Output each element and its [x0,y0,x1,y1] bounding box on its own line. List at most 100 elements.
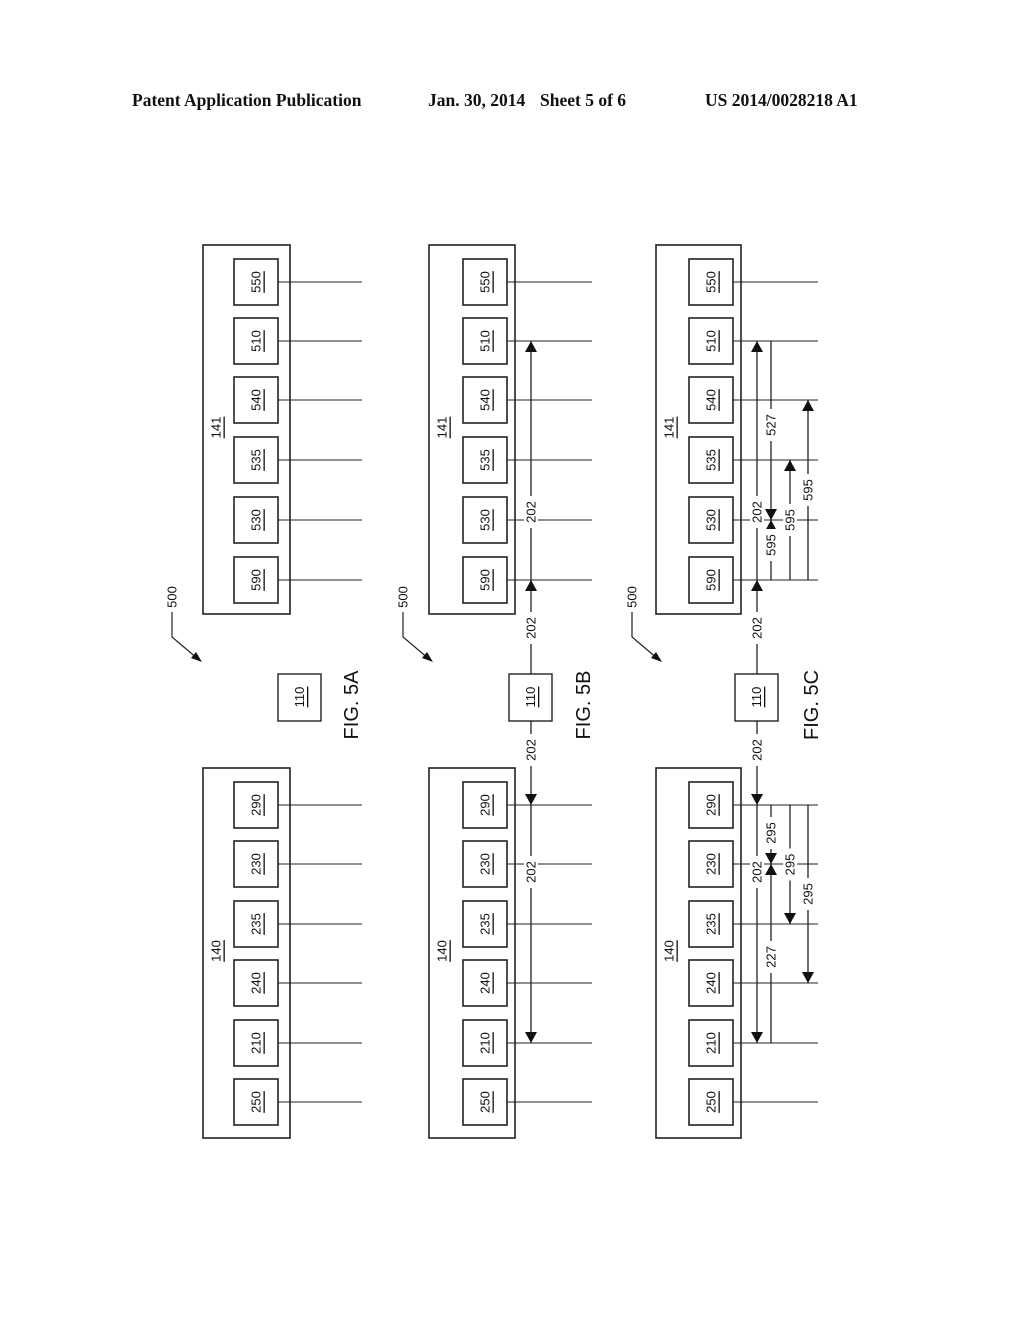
reference-500: 500 [165,586,202,662]
figure-panel-fig5b: 141 550 510 540 535 530 590 140 290 230 235 240 210 2… [396,244,595,1139]
arrowhead-icon [751,1032,763,1043]
controller-110: 110 [277,673,322,722]
component-535: 535 [233,436,362,484]
controller-label: 110 [749,687,764,708]
module-140: 140 290 230 235 240 210 250 [202,767,362,1139]
dimension-label: 202 [750,501,765,523]
dimension-label: 202 [524,861,539,883]
bus-label: 202 [524,617,539,639]
arrowhead-icon [525,341,537,352]
dimension-295: 295 [764,805,779,864]
component-535: 535 [688,436,818,484]
component-label: 290 [478,794,493,816]
dimension-label: 595 [801,479,816,501]
component-label: 510 [704,330,719,352]
component-530: 530 [233,496,362,544]
component-label: 530 [704,509,719,531]
arrowhead-icon [765,509,777,520]
component-label: 535 [249,449,264,471]
component-210: 210 [462,1019,592,1067]
component-label: 590 [704,569,719,591]
reference-500: 500 [396,586,433,662]
component-label: 550 [704,271,719,293]
component-label: 290 [704,794,719,816]
module-label: 141 [209,417,224,439]
component-510: 510 [233,317,362,365]
component-label: 590 [478,569,493,591]
component-label: 240 [478,972,493,994]
component-label: 250 [478,1091,493,1113]
dimension-label: 595 [783,509,798,531]
component-540: 540 [233,376,362,424]
arrowhead-icon [765,864,777,875]
dimension-label: 295 [783,854,798,876]
component-250: 250 [233,1078,362,1126]
component-label: 550 [478,271,493,293]
component-235: 235 [688,900,818,948]
module-141: 141 550 510 540 535 530 590 [202,244,362,615]
component-label: 510 [478,330,493,352]
component-240: 240 [688,959,818,1007]
bus-label: 202 [524,739,539,761]
component-label: 550 [249,271,264,293]
dimension-label: 227 [764,946,779,968]
dimension-295: 295 [801,805,816,983]
figure-caption: FIG. 5C [801,670,823,740]
component-label: 240 [249,972,264,994]
component-label: 230 [704,853,719,875]
reference-label: 500 [396,586,411,608]
module-label: 140 [209,940,224,962]
component-label: 290 [249,794,264,816]
figure-caption: FIG. 5B [573,671,595,740]
component-590: 590 [462,556,592,604]
arrowhead-icon [751,580,763,591]
arrowhead-icon [751,794,763,805]
arrowhead-icon [784,913,796,924]
dimension-label: 295 [764,822,779,844]
dimension-label: 527 [764,414,779,436]
component-250: 250 [688,1078,818,1126]
component-510: 510 [462,317,592,365]
reference-label: 500 [165,586,180,608]
bus-label: 202 [750,739,765,761]
dimension-label: 595 [764,534,779,556]
dimension-527: 527 [764,341,779,520]
component-250: 250 [462,1078,592,1126]
component-label: 540 [478,389,493,411]
component-590: 590 [233,556,362,604]
module-label: 140 [662,940,677,962]
arrowhead-icon [422,652,433,662]
module-label: 140 [435,940,450,962]
component-535: 535 [462,436,592,484]
controller-label: 110 [292,687,307,708]
arrowhead-icon [751,341,763,352]
component-230: 230 [233,840,362,888]
component-label: 530 [478,509,493,531]
reference-leader [171,612,199,660]
component-550: 550 [688,258,818,306]
component-label: 235 [249,913,264,935]
dimension-227: 227 [764,864,779,1043]
patent-figure-5: 141 550 510 540 535 530 590 140 290 230 235 240 210 2… [165,244,823,1139]
reference-leader [402,612,430,660]
arrowhead-icon [802,400,814,411]
dimension-595: 595 [783,460,798,580]
component-240: 240 [233,959,362,1007]
module-140: 140 290 230 235 240 210 250 [655,767,818,1139]
component-540: 540 [688,376,818,424]
module-label: 141 [662,417,677,439]
component-label: 540 [704,389,719,411]
component-label: 250 [704,1091,719,1113]
component-210: 210 [233,1019,362,1067]
arrowhead-icon [525,1032,537,1043]
component-label: 235 [704,913,719,935]
dimension-label: 295 [801,883,816,905]
figure-panel-fig5c: 141 550 510 540 535 530 590 140 290 230 235 240 210 2… [625,244,823,1139]
arrowhead-icon [651,652,662,662]
component-590: 590 [688,556,818,604]
dimension-595: 595 [764,520,779,580]
controller-110: 110 [734,673,779,722]
dimension-295: 295 [783,805,798,924]
component-label: 535 [478,449,493,471]
component-label: 250 [249,1091,264,1113]
